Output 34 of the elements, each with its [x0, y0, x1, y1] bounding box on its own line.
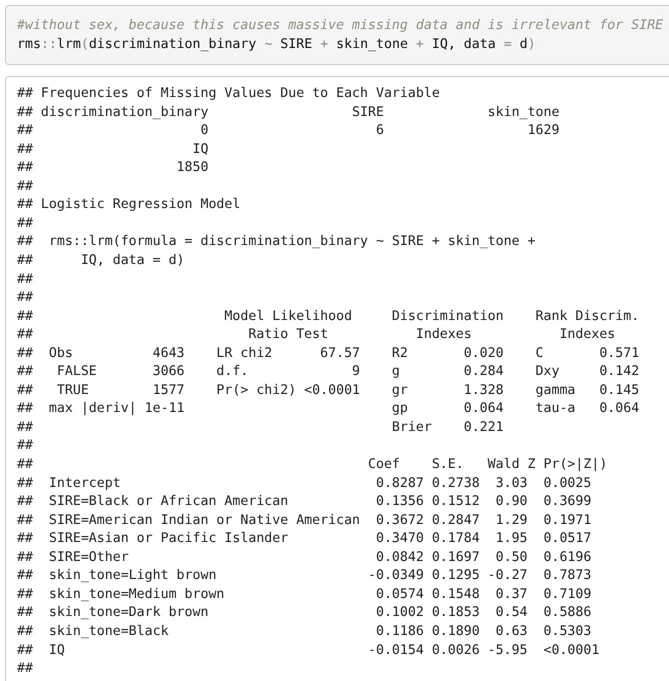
output-line: ## skin_tone=Dark brown 0.1002 0.1853 0.54 0.5886: [17, 604, 592, 622]
code-comment: #without sex, because this causes massive missing data and is irrelevant for SIRE: [17, 17, 664, 35]
output-line: ## IQ -0.0154 0.0026 -5.95 <0.0001: [17, 642, 600, 660]
output-line: ## FALSE 3066 d.f. 9 g 0.284 Dxy 0.142: [17, 363, 640, 382]
output-line: ## SIRE=Other 0.0842 0.1697 0.50 0.6196: [17, 548, 592, 567]
output-line: ## Logistic Regression Model: [17, 196, 240, 214]
output-line: ## discrimination_binary SIRE skin_tone: [17, 104, 560, 122]
output-line: ##: [17, 437, 33, 456]
code-line: rms::lrm(discrimination_binary ~ SIRE + skin_tone + IQ, data = d): [17, 36, 536, 54]
output-line: ## rms::lrm(formula = discrimination_binary ~ SIRE + skin_tone +: [17, 233, 537, 252]
output-line: ## 1850: [17, 159, 208, 178]
output-line: ## IQ: [17, 140, 208, 159]
output-line: ##: [17, 214, 33, 233]
output-line: ## Coef S.E. Wald Z Pr(>|Z|): [17, 456, 608, 474]
output-line: ## skin_tone=Medium brown 0.0574 0.1548 0.37 0.7109: [17, 586, 592, 604]
output-line: ## TRUE 1577 Pr(> chi2) <0.0001 gr 1.328 gamma 0.145: [17, 382, 640, 400]
output-line: ##: [17, 178, 33, 196]
output-line: ##: [17, 660, 33, 678]
output-line: ## Obs 4643 LR chi2 67.57 R2 0.020 C 0.571: [17, 344, 640, 363]
output-line: ## Frequencies of Missing Values Due to Each Variable: [17, 85, 440, 104]
output-line: ## Intercept 0.8287 0.2738 3.03 0.0025: [17, 474, 592, 493]
output-line: ## SIRE=American Indian or Native American 0.3672 0.2847 1.29 0.1971: [17, 512, 592, 530]
output-line: ## IQ, data = d): [17, 252, 185, 270]
output-line: ## max |deriv| 1e-11 gp 0.064 tau-a 0.064: [17, 400, 640, 418]
output-line: ## skin_tone=Black 0.1186 0.1890 0.63 0.5303: [17, 622, 592, 641]
output-line: ## SIRE=Black or African American 0.1356 0.1512 0.90 0.3699: [17, 493, 592, 512]
output-line: ##: [17, 270, 33, 289]
output-line: ## 0 6 1629: [17, 122, 560, 140]
output-line: ## SIRE=Asian or Pacific Islander 0.3470 0.1784 1.95 0.0517: [17, 530, 592, 548]
output-line: ##: [17, 289, 33, 308]
output-line: ## Brier 0.221: [17, 418, 504, 437]
output-line: ## Model Likelihood Discrimination Rank Discrim.: [17, 308, 640, 326]
output-line: ## skin_tone=Light brown -0.0349 0.1295 -0.27 0.7873: [17, 567, 592, 586]
output-line: ## Ratio Test Indexes Indexes: [17, 326, 616, 344]
